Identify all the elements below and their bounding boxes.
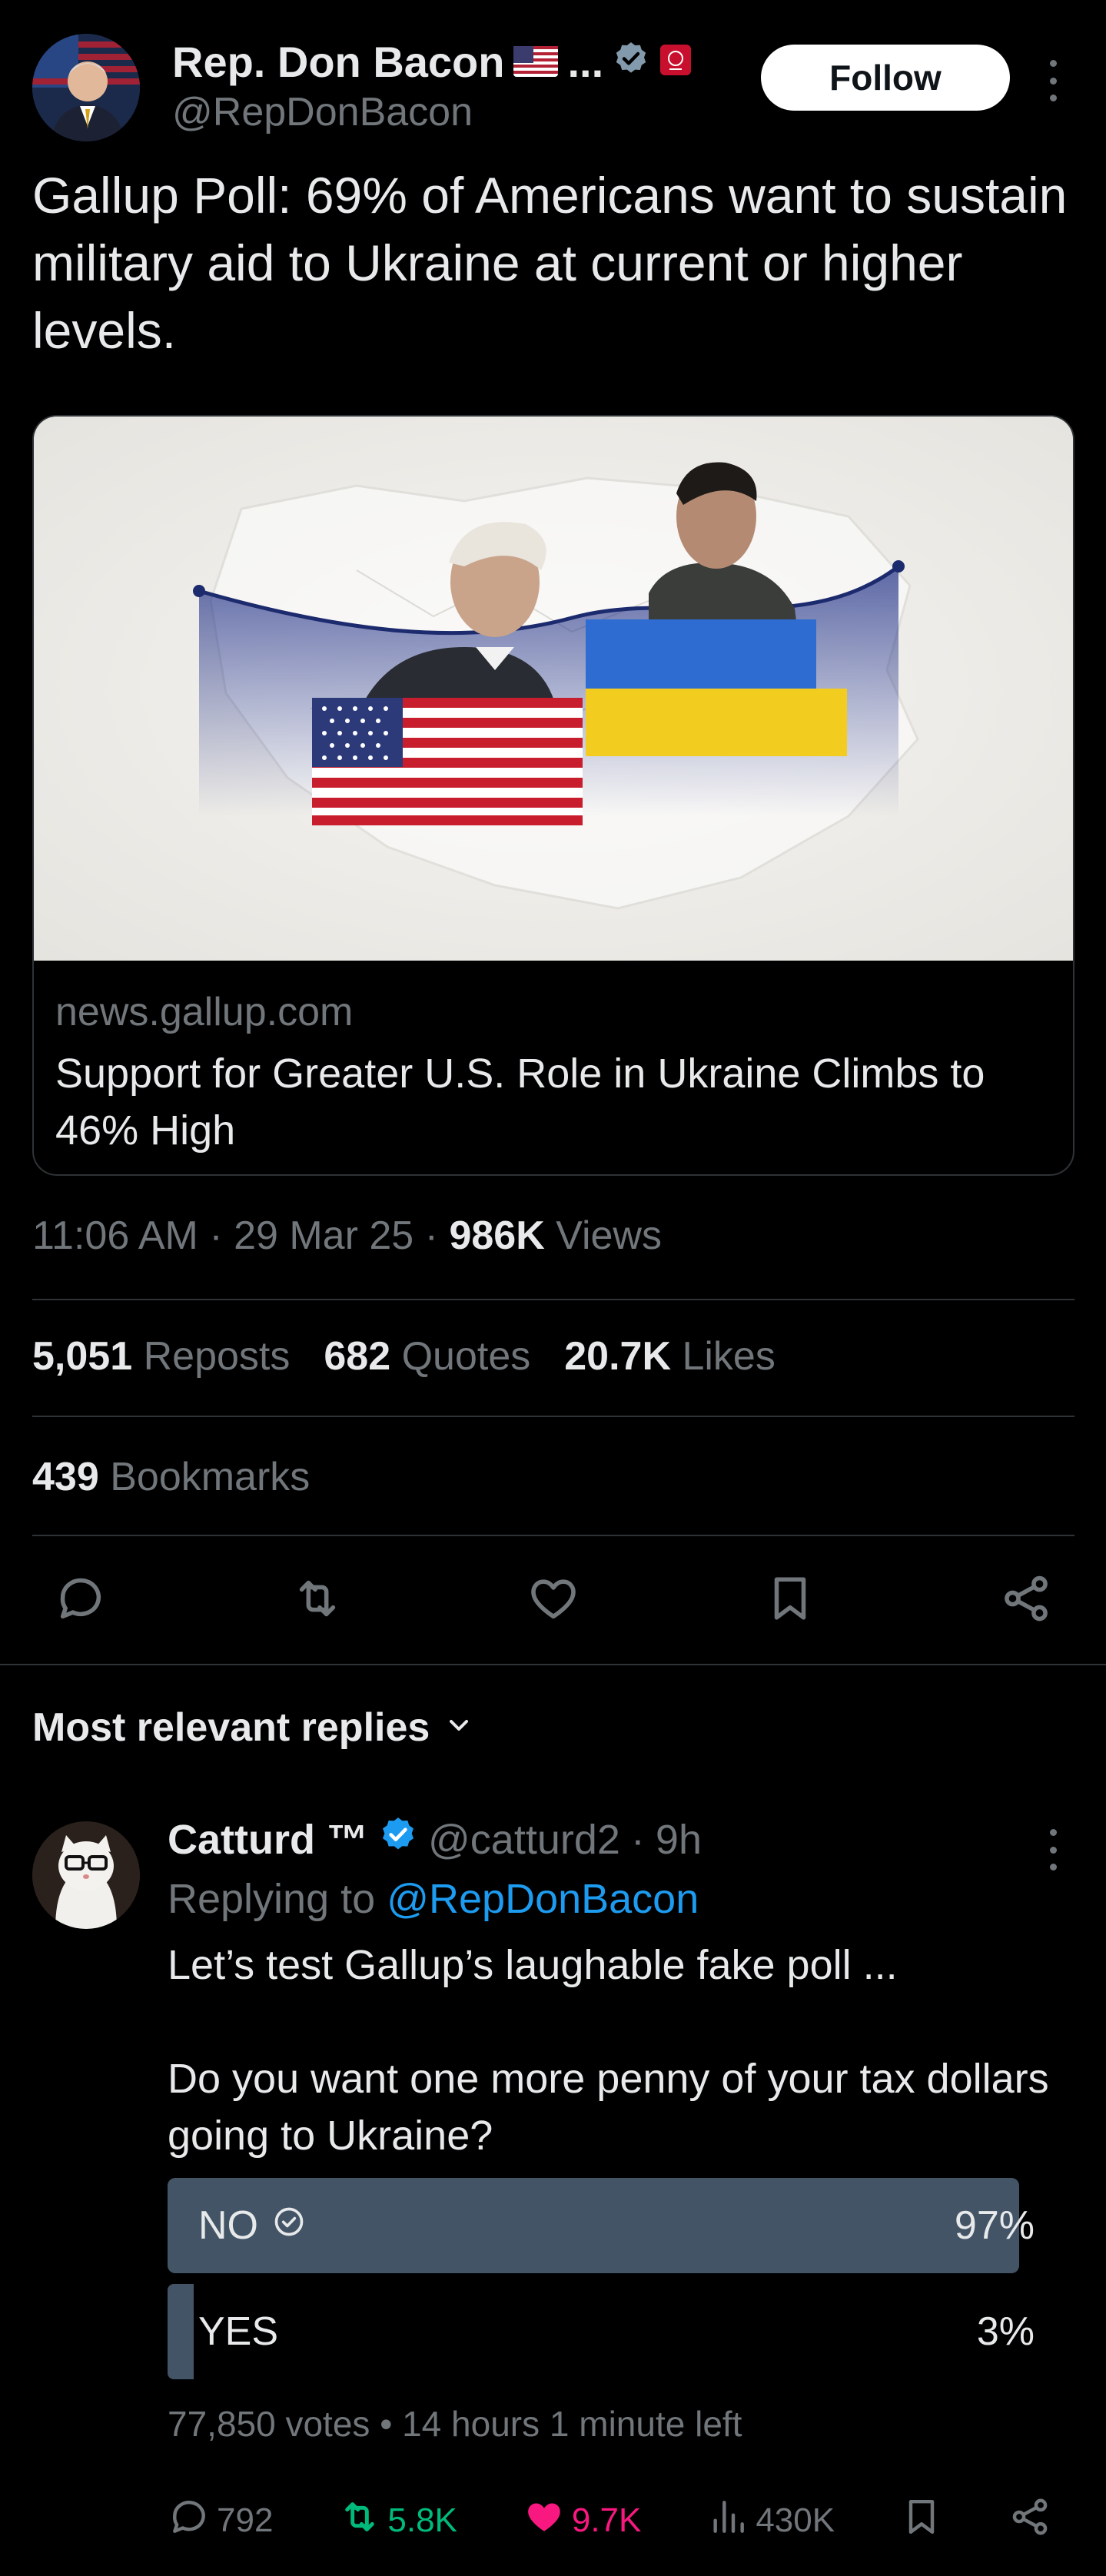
reply-views-button[interactable]: 430K: [706, 2495, 835, 2547]
reply-bookmark-button[interactable]: [900, 2495, 943, 2547]
repost-count: 5.8K: [387, 2501, 457, 2539]
views-label: Views: [556, 1213, 662, 1258]
card-domain: news.gallup.com: [55, 990, 354, 1034]
house-seal-badge-icon[interactable]: [659, 37, 692, 87]
us-flag-emoji-icon: [513, 37, 559, 87]
reposts-label: Reposts: [143, 1334, 291, 1379]
meta-separator: •: [380, 2404, 403, 2444]
poll-option-label: YES: [198, 2309, 279, 2354]
reply-author-name[interactable]: Catturd ™: [168, 1816, 368, 1864]
bookmarks-label: Bookmarks: [110, 1455, 311, 1499]
government-verified-badge-icon[interactable]: [613, 37, 649, 87]
poll-option-percent: 97%: [954, 2203, 1035, 2248]
likes-count: 20.7K: [564, 1334, 671, 1379]
follow-button[interactable]: Follow: [761, 45, 1010, 111]
more-options-icon[interactable]: [1038, 54, 1068, 108]
replying-to-prefix: Replying to: [168, 1876, 376, 1922]
reposts-count: 5,051: [32, 1334, 133, 1379]
views-count: 430K: [756, 2501, 835, 2539]
reply-text: Let’s test Gallup’s laughable fake poll …: [168, 1942, 1049, 2159]
section-divider: [0, 1664, 1106, 1665]
card-image[interactable]: [34, 417, 1073, 961]
author-avatar[interactable]: [32, 34, 140, 141]
tweet-time[interactable]: 11:06 AM: [32, 1213, 198, 1258]
reply-share-button[interactable]: [1008, 2495, 1051, 2547]
author-name-row[interactable]: Rep. Don Bacon ...: [172, 37, 692, 87]
views-bar-chart-icon: [706, 2495, 749, 2547]
replying-to: Replying to @RepDonBacon: [168, 1875, 699, 1923]
like-heart-icon[interactable]: [519, 1564, 588, 1633]
like-count: 9.7K: [571, 2501, 642, 2539]
repost-icon[interactable]: [283, 1564, 352, 1633]
poll-meta: 77,850 votes • 14 hours 1 minute left: [168, 2403, 742, 2445]
quotes-label: Quotes: [401, 1334, 531, 1379]
tweet-date[interactable]: 29 Mar 25: [234, 1213, 414, 1258]
quotes-count: 682: [324, 1334, 391, 1379]
reply-count: 792: [217, 2501, 274, 2539]
reposts-stat[interactable]: 5,051 Reposts: [32, 1333, 290, 1379]
reply-icon: [168, 2495, 211, 2547]
reply-author-row[interactable]: Catturd ™ @catturd2 · 9h: [168, 1815, 702, 1864]
reply-repost-button[interactable]: 5.8K: [338, 2495, 457, 2547]
card-title: Support for Greater U.S. Role in Ukraine…: [55, 1051, 985, 1154]
bookmarks-count: 439: [32, 1455, 99, 1499]
divider: [32, 1299, 1074, 1300]
replies-sort-label: Most relevant replies: [32, 1705, 430, 1750]
replies-sort-dropdown[interactable]: Most relevant replies: [32, 1705, 474, 1751]
poll-option-label: NO: [198, 2203, 258, 2248]
engagement-stats: 5,051 Reposts 682 Quotes 20.7K Likes: [32, 1333, 776, 1379]
chevron-down-icon: [443, 1705, 474, 1751]
poll-option-no: NO 97%: [168, 2178, 1045, 2273]
reply-reply-button[interactable]: 792: [168, 2495, 273, 2547]
reply-action-bar: 792 5.8K 9.7K 430K: [168, 2490, 1051, 2551]
meta-separator: ·: [630, 1816, 645, 1863]
poll-bar-fill-yes: [168, 2284, 194, 2379]
author-handle[interactable]: @RepDonBacon: [172, 89, 473, 135]
meta-separator: ·: [209, 1213, 234, 1258]
meta-separator: ·: [424, 1213, 450, 1258]
likes-label: Likes: [682, 1334, 776, 1379]
bookmark-icon[interactable]: [756, 1564, 825, 1633]
name-ellipsis: ...: [567, 38, 604, 86]
check-circle-icon: [272, 2203, 306, 2249]
poll-option-percent: 3%: [976, 2309, 1035, 2354]
bookmark-icon: [900, 2495, 943, 2547]
divider: [32, 1535, 1074, 1536]
repost-icon: [338, 2495, 381, 2547]
bookmarks-stat[interactable]: 439 Bookmarks: [32, 1454, 310, 1500]
reply-author-handle[interactable]: @catturd2: [428, 1816, 620, 1864]
link-preview-card[interactable]: news.gallup.com Support for Greater U.S.…: [32, 415, 1074, 1176]
quotes-stat[interactable]: 682 Quotes: [324, 1333, 530, 1379]
views-count: 986K: [449, 1213, 545, 1258]
author-display-name[interactable]: Rep. Don Bacon: [172, 37, 504, 87]
reply-author-avatar[interactable]: [32, 1821, 140, 1929]
poll-option-yes: YES 3%: [168, 2284, 1045, 2379]
share-icon[interactable]: [991, 1564, 1061, 1633]
reply-like-button[interactable]: 9.7K: [523, 2495, 642, 2547]
tweet-meta: 11:06 AM · 29 Mar 25 · 986K Views: [32, 1213, 662, 1259]
reply-icon[interactable]: [46, 1564, 115, 1633]
poll-time-left: 14 hours 1 minute left: [402, 2404, 742, 2444]
poll-votes: 77,850 votes: [168, 2404, 370, 2444]
likes-stat[interactable]: 20.7K Likes: [564, 1333, 776, 1379]
reply-more-options-icon[interactable]: [1038, 1823, 1068, 1877]
divider: [32, 1416, 1074, 1417]
like-heart-filled-icon: [523, 2495, 566, 2547]
tweet-text: Gallup Poll: 69% of Americans want to su…: [32, 167, 1068, 359]
share-icon: [1008, 2495, 1051, 2547]
tweet-action-bar: [46, 1564, 1061, 1633]
reply-time[interactable]: 9h: [656, 1816, 702, 1864]
replying-to-mention[interactable]: @RepDonBacon: [387, 1876, 699, 1922]
verified-badge-icon[interactable]: [379, 1815, 417, 1864]
